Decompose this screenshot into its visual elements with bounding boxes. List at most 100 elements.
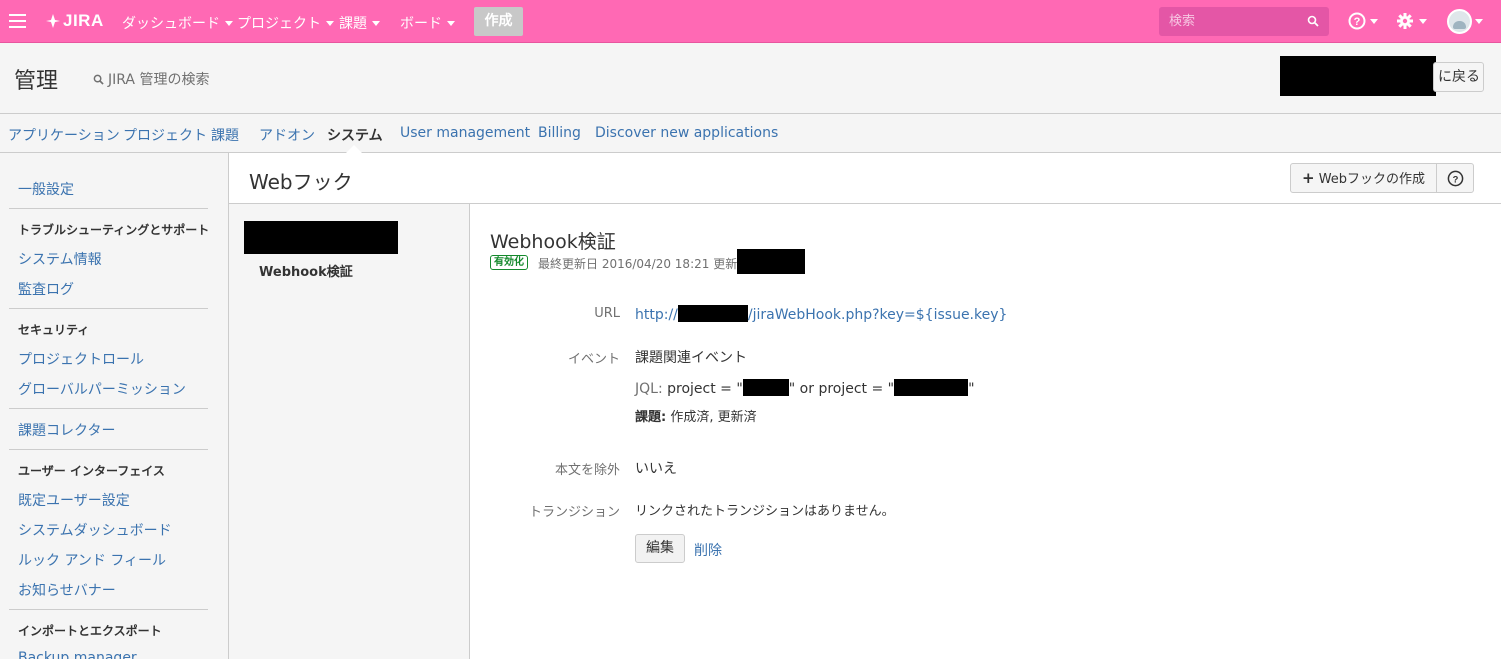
search-icon <box>93 74 104 85</box>
nav-issues[interactable]: 課題 <box>339 13 380 33</box>
divider <box>9 609 208 610</box>
sidebar-item-backup-manager[interactable]: Backup manager <box>18 650 137 659</box>
redacted-block <box>677 305 748 322</box>
jira-logo-icon <box>46 14 60 28</box>
chevron-down-icon <box>225 21 233 26</box>
webhook-help-button[interactable]: ? <box>1436 163 1474 193</box>
webhook-list-item[interactable]: Webhook検証 <box>259 261 353 280</box>
sidebar-item-issue-collectors[interactable]: 課題コレクター <box>18 420 115 440</box>
nav-issues-label: 課題 <box>339 16 367 32</box>
divider <box>9 449 208 450</box>
redacted-block <box>894 379 969 396</box>
menu-icon[interactable] <box>9 14 26 28</box>
admin-search-label: JIRA 管理の検索 <box>108 72 210 88</box>
divider <box>9 408 208 409</box>
tab-user-management[interactable]: User management <box>400 125 530 141</box>
url-suffix: /jiraWebHook.php?key=${issue.key} <box>747 307 1008 323</box>
divider <box>9 208 208 209</box>
nav-boards[interactable]: ボード <box>400 13 455 33</box>
sidebar-item-announcement-banner[interactable]: お知らせバナー <box>18 580 116 600</box>
url-prefix: http:// <box>635 307 678 323</box>
sidebar-item-system-dashboard[interactable]: システムダッシュボード <box>18 520 172 540</box>
jira-logo[interactable]: JIRA <box>45 11 104 31</box>
search-input[interactable]: 検索 <box>1159 7 1329 36</box>
redacted-block <box>737 249 805 274</box>
tab-applications[interactable]: アプリケーション <box>8 125 120 145</box>
page-title: 管理 <box>14 69 59 94</box>
create-button[interactable]: 作成 <box>474 7 523 36</box>
search-placeholder: 検索 <box>1169 14 1196 29</box>
admin-search-link[interactable]: JIRA 管理の検索 <box>93 69 209 89</box>
nav-boards-label: ボード <box>400 16 442 32</box>
chevron-down-icon <box>372 21 380 26</box>
jql-filter: JQL: project = " " or project = " " <box>635 379 975 397</box>
sidebar-item-project-roles[interactable]: プロジェクトロール <box>18 349 144 369</box>
create-webhook-button[interactable]: + Webフックの作成 <box>1290 163 1437 193</box>
tab-addons[interactable]: アドオン <box>259 125 315 145</box>
gear-icon[interactable] <box>1396 12 1414 30</box>
top-navigation-bar: JIRA ダッシュボード プロジェクト 課題 ボード 作成 検索 ? <box>0 0 1501 43</box>
profile-chevron-icon <box>1475 19 1483 24</box>
create-webhook-label: Webフックの作成 <box>1318 172 1426 187</box>
transition-value: リンクされたトランジションはありません。 <box>635 504 895 519</box>
tab-billing[interactable]: Billing <box>538 125 581 141</box>
status-badge: 有効化 <box>490 255 528 270</box>
admin-tabs: アプリケーション プロジェクト 課題 アドオン システム User manage… <box>0 114 1501 153</box>
logo-text: JIRA <box>63 11 104 30</box>
nav-projects[interactable]: プロジェクト <box>237 13 334 33</box>
sidebar-item-default-user-settings[interactable]: 既定ユーザー設定 <box>18 490 130 510</box>
tab-discover-applications[interactable]: Discover new applications <box>595 125 778 141</box>
back-button[interactable]: に戻る <box>1433 62 1484 92</box>
jql-part-c: " <box>968 381 975 397</box>
sidebar-item-global-permissions[interactable]: グローバルパーミッション <box>18 379 186 399</box>
sidebar-heading-security: セキュリティ <box>18 323 90 337</box>
tab-issues[interactable]: 課題 <box>211 125 239 145</box>
exclude-body-value: いいえ <box>635 461 677 477</box>
sidebar-item-system-info[interactable]: システム情報 <box>18 249 102 269</box>
nav-projects-label: プロジェクト <box>237 16 321 32</box>
chevron-down-icon <box>326 21 334 26</box>
jql-part-a: project = " <box>667 381 743 397</box>
chevron-down-icon <box>447 21 455 26</box>
sidebar-heading-import-export: インポートとエクスポート <box>18 624 162 638</box>
svg-text:?: ? <box>1453 174 1459 185</box>
url-value[interactable]: http:// /jiraWebHook.php?key=${issue.key} <box>635 305 1007 323</box>
url-label: URL <box>594 306 620 321</box>
issue-events-label: 課題: <box>635 410 667 425</box>
user-avatar[interactable] <box>1447 9 1472 34</box>
help-icon[interactable]: ? <box>1348 12 1366 30</box>
webhooks-title: Webフック <box>249 170 353 194</box>
redacted-block <box>742 379 789 396</box>
jql-part-b: " or project = " <box>788 381 895 397</box>
transition-label: トランジション <box>528 505 620 520</box>
sidebar-item-audit-log[interactable]: 監査ログ <box>18 279 74 299</box>
event-label: イベント <box>567 352 620 367</box>
issue-events: 課題: 作成済, 更新済 <box>635 406 757 425</box>
admin-header: 管理 JIRA 管理の検索 に戻る <box>0 43 1501 114</box>
sidebar-heading-troubleshooting: トラブルシューティングとサポート <box>18 223 210 237</box>
event-value: 課題関連イベント <box>635 350 747 366</box>
settings-chevron-icon <box>1419 19 1427 24</box>
jql-label: JQL: <box>635 381 663 397</box>
sidebar-item-look-and-feel[interactable]: ルック アンド フィール <box>18 550 166 570</box>
delete-link[interactable]: 削除 <box>694 540 722 560</box>
active-tab-indicator <box>346 145 362 153</box>
admin-sidebar: 一般設定 トラブルシューティングとサポート システム情報 監査ログ セキュリティ… <box>0 153 229 659</box>
help-icon: ? <box>1447 170 1464 187</box>
redacted-block <box>244 221 398 254</box>
nav-dashboards[interactable]: ダッシュボード <box>122 13 233 33</box>
webhook-detail-title: Webhook検証 <box>490 231 616 253</box>
svg-text:?: ? <box>1354 16 1361 28</box>
search-icon <box>1307 15 1319 27</box>
divider <box>9 308 208 309</box>
last-updated-meta: 最終更新日 2016/04/20 18:21 更新者 <box>538 257 750 271</box>
help-chevron-icon <box>1370 19 1378 24</box>
sidebar-item-general[interactable]: 一般設定 <box>18 179 74 199</box>
edit-button[interactable]: 編集 <box>635 534 685 563</box>
nav-dashboards-label: ダッシュボード <box>122 16 220 32</box>
tab-system[interactable]: システム <box>327 125 383 145</box>
tab-projects[interactable]: プロジェクト <box>123 125 207 145</box>
exclude-body-label: 本文を除外 <box>554 463 620 478</box>
plus-icon: + <box>1301 169 1315 187</box>
issue-events-value: 作成済, 更新済 <box>670 410 757 425</box>
